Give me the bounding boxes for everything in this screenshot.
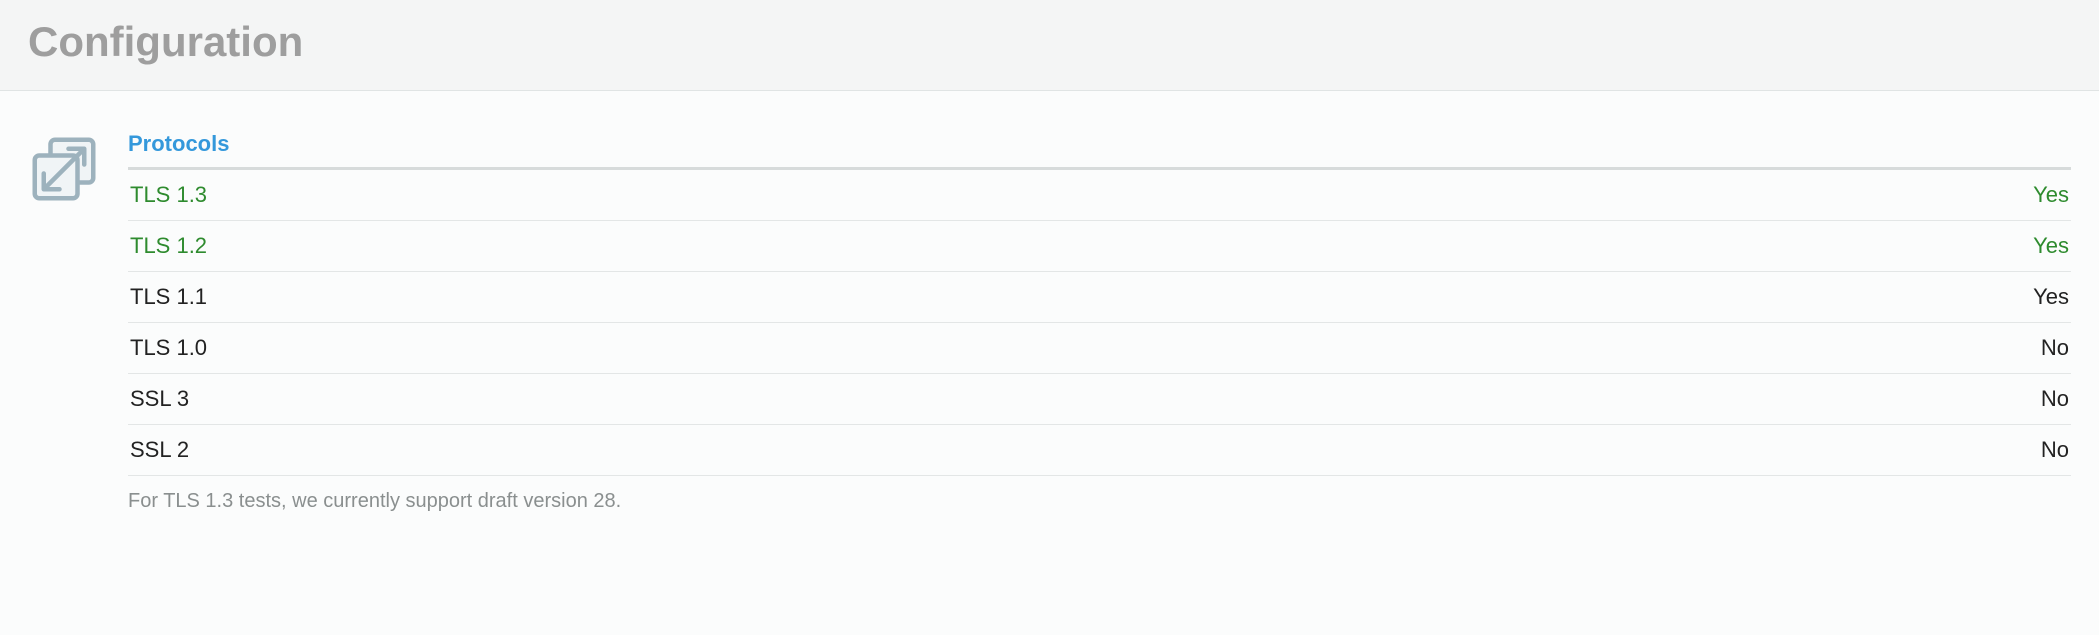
protocol-name: TLS 1.0 [128, 323, 1430, 374]
protocol-name: TLS 1.1 [128, 272, 1430, 323]
protocols-section: Protocols TLS 1.3 Yes TLS 1.2 Yes TLS 1.… [128, 131, 2071, 513]
protocol-value: No [1430, 323, 2071, 374]
protocol-value: Yes [1430, 170, 2071, 221]
page-header: Configuration [0, 0, 2099, 91]
table-row: SSL 2 No [128, 425, 2071, 476]
protocols-table: TLS 1.3 Yes TLS 1.2 Yes TLS 1.1 Yes TLS … [128, 170, 2071, 476]
expand-icon[interactable] [28, 192, 100, 209]
section-title: Protocols [128, 131, 2071, 170]
protocol-name: TLS 1.2 [128, 221, 1430, 272]
protocol-value: Yes [1430, 221, 2071, 272]
protocol-name: SSL 2 [128, 425, 1430, 476]
table-row: TLS 1.3 Yes [128, 170, 2071, 221]
configuration-content: Protocols TLS 1.3 Yes TLS 1.2 Yes TLS 1.… [0, 91, 2099, 543]
protocol-value: No [1430, 425, 2071, 476]
protocol-value: No [1430, 374, 2071, 425]
protocol-name: SSL 3 [128, 374, 1430, 425]
footnote: For TLS 1.3 tests, we currently support … [128, 476, 2071, 513]
table-row: TLS 1.1 Yes [128, 272, 2071, 323]
table-row: SSL 3 No [128, 374, 2071, 425]
page-title: Configuration [28, 18, 2071, 66]
protocol-value: Yes [1430, 272, 2071, 323]
table-row: TLS 1.0 No [128, 323, 2071, 374]
protocol-name: TLS 1.3 [128, 170, 1430, 221]
expand-icon-column [28, 131, 128, 210]
table-row: TLS 1.2 Yes [128, 221, 2071, 272]
